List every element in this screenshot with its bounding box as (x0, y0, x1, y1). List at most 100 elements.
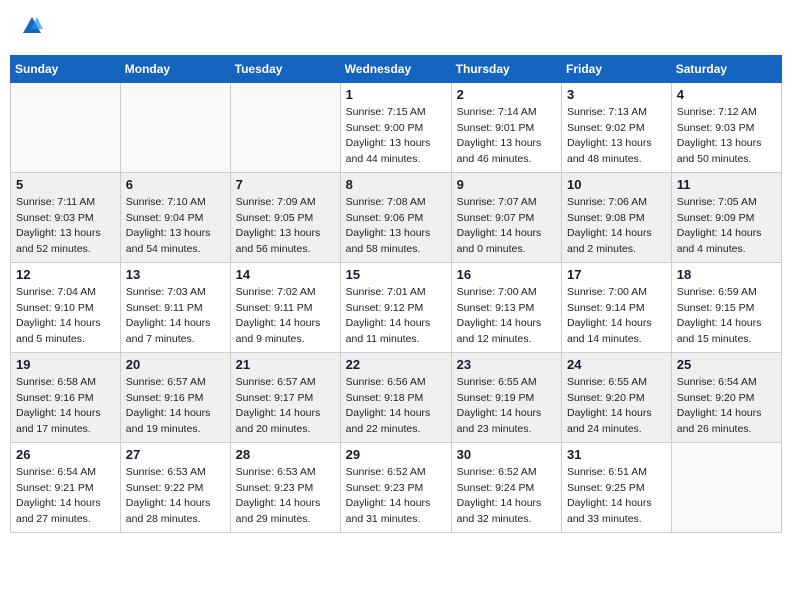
calendar-cell: 31Sunrise: 6:51 AMSunset: 9:25 PMDayligh… (562, 442, 672, 532)
logo (20, 15, 43, 42)
calendar-cell: 29 Sunrise: 6:52 AMSunset: 9:23 PMDayligh… (340, 442, 451, 532)
day-number: 9 (457, 177, 556, 192)
calendar-cell: 13Sunrise: 7:03 AMSunset: 9:11 PMDayligh… (120, 262, 230, 352)
weekday-header-tuesday: Tuesday (230, 55, 340, 82)
calendar-cell (230, 82, 340, 172)
day-number: 30 (457, 447, 556, 462)
calendar-cell: 15 Sunrise: 7:01 AMSunset: 9:12 PMDayligh… (340, 262, 451, 352)
day-number: 28 (236, 447, 335, 462)
calendar-cell: 4 Sunrise: 7:12 AMSunset: 9:03 PMDaylight… (671, 82, 781, 172)
day-info: Sunrise: 6:54 AMSunset: 9:20 PMDaylight:… (677, 375, 776, 438)
calendar-cell: 30Sunrise: 6:52 AMSunset: 9:24 PMDayligh… (451, 442, 561, 532)
day-number: 29 (346, 447, 446, 462)
day-info: Sunrise: 7:08 AMSunset: 9:06 PMDaylight:… (346, 195, 446, 258)
day-info: Sunrise: 7:06 AMSunset: 9:08 PMDaylight:… (567, 195, 666, 258)
day-info: Sunrise: 6:56 AMSunset: 9:18 PMDaylight:… (346, 375, 446, 438)
day-info: Sunrise: 6:58 AMSunset: 9:16 PMDaylight:… (16, 375, 115, 438)
day-info: Sunrise: 7:04 AMSunset: 9:10 PMDaylight:… (16, 285, 115, 348)
calendar-cell: 17Sunrise: 7:00 AMSunset: 9:14 PMDayligh… (562, 262, 672, 352)
day-info: Sunrise: 6:53 AMSunset: 9:23 PMDaylight:… (236, 465, 335, 528)
day-number: 23 (457, 357, 556, 372)
day-info: Sunrise: 6:53 AMSunset: 9:22 PMDaylight:… (126, 465, 225, 528)
day-number: 22 (346, 357, 446, 372)
calendar-cell (120, 82, 230, 172)
day-number: 18 (677, 267, 776, 282)
weekday-header-sunday: Sunday (11, 55, 121, 82)
calendar-cell: 23 Sunrise: 6:55 AMSunset: 9:19 PMDayligh… (451, 352, 561, 442)
day-info: Sunrise: 6:55 AMSunset: 9:20 PMDaylight:… (567, 375, 666, 438)
day-number: 3 (567, 87, 666, 102)
calendar-week-row: 19 Sunrise: 6:58 AMSunset: 9:16 PMDayligh… (11, 352, 782, 442)
day-info: Sunrise: 7:11 AMSunset: 9:03 PMDaylight:… (16, 195, 115, 258)
day-info: Sunrise: 6:59 AMSunset: 9:15 PMDaylight:… (677, 285, 776, 348)
day-number: 25 (677, 357, 776, 372)
calendar-cell: 28 Sunrise: 6:53 AMSunset: 9:23 PMDayligh… (230, 442, 340, 532)
day-info: Sunrise: 7:07 AMSunset: 9:07 PMDaylight:… (457, 195, 556, 258)
calendar-cell: 1 Sunrise: 7:15 AMSunset: 9:00 PMDaylight… (340, 82, 451, 172)
calendar-cell: 11 Sunrise: 7:05 AMSunset: 9:09 PMDayligh… (671, 172, 781, 262)
weekday-header-monday: Monday (120, 55, 230, 82)
calendar-cell: 20 Sunrise: 6:57 AMSunset: 9:16 PMDayligh… (120, 352, 230, 442)
day-info: Sunrise: 6:52 AMSunset: 9:23 PMDaylight:… (346, 465, 446, 528)
calendar-cell: 12 Sunrise: 7:04 AMSunset: 9:10 PMDayligh… (11, 262, 121, 352)
day-number: 4 (677, 87, 776, 102)
day-number: 8 (346, 177, 446, 192)
day-info: Sunrise: 7:10 AMSunset: 9:04 PMDaylight:… (126, 195, 225, 258)
day-number: 11 (677, 177, 776, 192)
calendar-cell (11, 82, 121, 172)
day-number: 14 (236, 267, 335, 282)
day-number: 17 (567, 267, 666, 282)
day-number: 16 (457, 267, 556, 282)
calendar-cell: 22 Sunrise: 6:56 AMSunset: 9:18 PMDayligh… (340, 352, 451, 442)
calendar-cell: 5 Sunrise: 7:11 AMSunset: 9:03 PMDaylight… (11, 172, 121, 262)
calendar-cell: 2Sunrise: 7:14 AMSunset: 9:01 PMDaylight… (451, 82, 561, 172)
day-info: Sunrise: 7:14 AMSunset: 9:01 PMDaylight:… (457, 105, 556, 168)
day-number: 15 (346, 267, 446, 282)
calendar-cell: 9 Sunrise: 7:07 AMSunset: 9:07 PMDaylight… (451, 172, 561, 262)
day-number: 20 (126, 357, 225, 372)
day-info: Sunrise: 7:01 AMSunset: 9:12 PMDaylight:… (346, 285, 446, 348)
day-number: 24 (567, 357, 666, 372)
day-number: 7 (236, 177, 335, 192)
day-info: Sunrise: 7:15 AMSunset: 9:00 PMDaylight:… (346, 105, 446, 168)
calendar-cell: 26Sunrise: 6:54 AMSunset: 9:21 PMDayligh… (11, 442, 121, 532)
day-info: Sunrise: 6:54 AMSunset: 9:21 PMDaylight:… (16, 465, 115, 528)
calendar-cell: 21 Sunrise: 6:57 AMSunset: 9:17 PMDayligh… (230, 352, 340, 442)
calendar-cell: 6Sunrise: 7:10 AMSunset: 9:04 PMDaylight… (120, 172, 230, 262)
day-number: 27 (126, 447, 225, 462)
weekday-header-friday: Friday (562, 55, 672, 82)
calendar-cell: 24 Sunrise: 6:55 AMSunset: 9:20 PMDayligh… (562, 352, 672, 442)
day-info: Sunrise: 7:13 AMSunset: 9:02 PMDaylight:… (567, 105, 666, 168)
day-number: 5 (16, 177, 115, 192)
day-number: 31 (567, 447, 666, 462)
calendar-cell (671, 442, 781, 532)
day-number: 19 (16, 357, 115, 372)
calendar-cell: 25 Sunrise: 6:54 AMSunset: 9:20 PMDayligh… (671, 352, 781, 442)
calendar-week-row: 1 Sunrise: 7:15 AMSunset: 9:00 PMDaylight… (11, 82, 782, 172)
day-number: 21 (236, 357, 335, 372)
day-info: Sunrise: 6:57 AMSunset: 9:16 PMDaylight:… (126, 375, 225, 438)
calendar-cell: 16 Sunrise: 7:00 AMSunset: 9:13 PMDayligh… (451, 262, 561, 352)
day-info: Sunrise: 6:57 AMSunset: 9:17 PMDaylight:… (236, 375, 335, 438)
calendar-table: SundayMondayTuesdayWednesdayThursdayFrid… (10, 55, 782, 533)
day-info: Sunrise: 7:02 AMSunset: 9:11 PMDaylight:… (236, 285, 335, 348)
day-info: Sunrise: 6:55 AMSunset: 9:19 PMDaylight:… (457, 375, 556, 438)
calendar-cell: 7 Sunrise: 7:09 AMSunset: 9:05 PMDaylight… (230, 172, 340, 262)
calendar-cell: 10Sunrise: 7:06 AMSunset: 9:08 PMDayligh… (562, 172, 672, 262)
day-info: Sunrise: 7:05 AMSunset: 9:09 PMDaylight:… (677, 195, 776, 258)
logo-icon (21, 15, 43, 37)
calendar-cell: 18 Sunrise: 6:59 AMSunset: 9:15 PMDayligh… (671, 262, 781, 352)
calendar-cell: 14 Sunrise: 7:02 AMSunset: 9:11 PMDayligh… (230, 262, 340, 352)
calendar-cell: 8 Sunrise: 7:08 AMSunset: 9:06 PMDaylight… (340, 172, 451, 262)
weekday-header-saturday: Saturday (671, 55, 781, 82)
calendar-cell: 19 Sunrise: 6:58 AMSunset: 9:16 PMDayligh… (11, 352, 121, 442)
day-info: Sunrise: 7:00 AMSunset: 9:13 PMDaylight:… (457, 285, 556, 348)
day-number: 1 (346, 87, 446, 102)
day-info: Sunrise: 7:09 AMSunset: 9:05 PMDaylight:… (236, 195, 335, 258)
calendar-week-row: 5 Sunrise: 7:11 AMSunset: 9:03 PMDaylight… (11, 172, 782, 262)
day-number: 12 (16, 267, 115, 282)
weekday-header-row: SundayMondayTuesdayWednesdayThursdayFrid… (11, 55, 782, 82)
calendar-cell: 3 Sunrise: 7:13 AMSunset: 9:02 PMDaylight… (562, 82, 672, 172)
day-info: Sunrise: 7:12 AMSunset: 9:03 PMDaylight:… (677, 105, 776, 168)
day-info: Sunrise: 7:03 AMSunset: 9:11 PMDaylight:… (126, 285, 225, 348)
